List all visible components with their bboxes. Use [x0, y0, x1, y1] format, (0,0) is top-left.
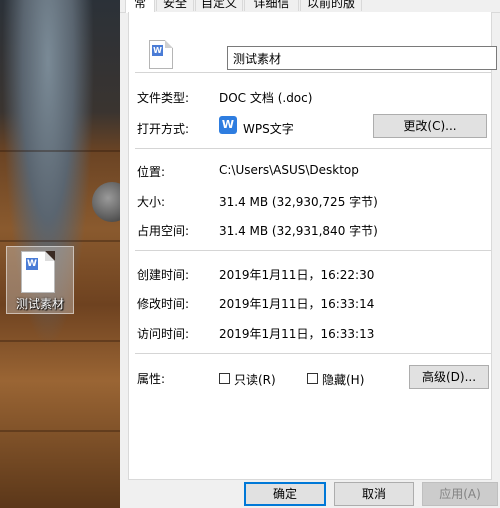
readonly-label[interactable]: 只读(R) — [234, 371, 276, 388]
advanced-button[interactable]: 高级(D)... — [409, 365, 489, 389]
floor-line — [0, 240, 120, 242]
tab-security[interactable]: 安全 — [156, 0, 194, 11]
wps-badge-icon: W — [152, 45, 163, 56]
tab-previous-versions[interactable]: 以前的版本 — [300, 0, 362, 26]
file-name-input[interactable]: 测试素材 — [227, 46, 497, 70]
location-value: C:\Users\ASUS\Desktop — [219, 163, 359, 177]
wps-writer-icon: W — [219, 116, 237, 134]
word-document-icon: W — [21, 251, 55, 293]
accessed-label: 访问时间: — [137, 327, 190, 341]
open-with-app: WPS文字 — [243, 122, 294, 136]
properties-dialog: 常规 安全 自定义 详细信息 以前的版本 W 测试素材 文件类型: DOC 文档… — [120, 0, 500, 508]
wps-badge-icon: W — [26, 258, 38, 270]
size-on-disk-value: 31.4 MB (32,931,840 字节) — [219, 224, 378, 238]
created-label: 创建时间: — [137, 268, 190, 282]
accessed-value: 2019年1月11日，16:33:13 — [219, 327, 375, 341]
floor-line — [0, 150, 120, 152]
hidden-label[interactable]: 隐藏(H) — [322, 371, 364, 388]
cancel-button[interactable]: 取消 — [334, 482, 414, 506]
size-label: 大小: — [137, 195, 166, 209]
attributes-label: 属性: — [137, 372, 166, 386]
file-type-label: 文件类型: — [137, 91, 190, 105]
change-button[interactable]: 更改(C)... — [373, 114, 487, 138]
open-with-label: 打开方式: — [137, 122, 190, 136]
created-value: 2019年1月11日，16:22:30 — [219, 268, 375, 282]
divider — [135, 353, 491, 354]
ok-button[interactable]: 确定 — [244, 482, 326, 506]
divider — [135, 72, 491, 73]
apply-button[interactable]: 应用(A) — [422, 482, 498, 506]
size-value: 31.4 MB (32,930,725 字节) — [219, 195, 378, 209]
divider — [135, 148, 491, 149]
readonly-checkbox[interactable] — [219, 373, 230, 384]
tab-custom[interactable]: 自定义 — [195, 0, 243, 11]
divider — [135, 250, 491, 251]
word-document-icon: W — [149, 40, 173, 69]
floor-line — [0, 430, 120, 432]
location-label: 位置: — [137, 165, 166, 179]
size-on-disk-label: 占用空间: — [137, 224, 190, 238]
general-panel: W 测试素材 文件类型: DOC 文档 (.doc) 打开方式: W WPS文字… — [128, 12, 497, 480]
desktop-file-icon[interactable]: W 测试素材 — [6, 246, 74, 314]
desktop-background: W 测试素材 — [0, 0, 120, 508]
desktop-icon-label: 测试素材 — [15, 297, 64, 311]
modified-label: 修改时间: — [137, 297, 190, 311]
modified-value: 2019年1月11日，16:33:14 — [219, 297, 375, 311]
floor-line — [0, 340, 120, 342]
dialog-footer: 确定 取消 应用(A) — [120, 480, 500, 508]
tab-details[interactable]: 详细信息 — [244, 0, 299, 26]
file-type-value: DOC 文档 (.doc) — [219, 91, 313, 105]
hidden-checkbox[interactable] — [307, 373, 318, 384]
